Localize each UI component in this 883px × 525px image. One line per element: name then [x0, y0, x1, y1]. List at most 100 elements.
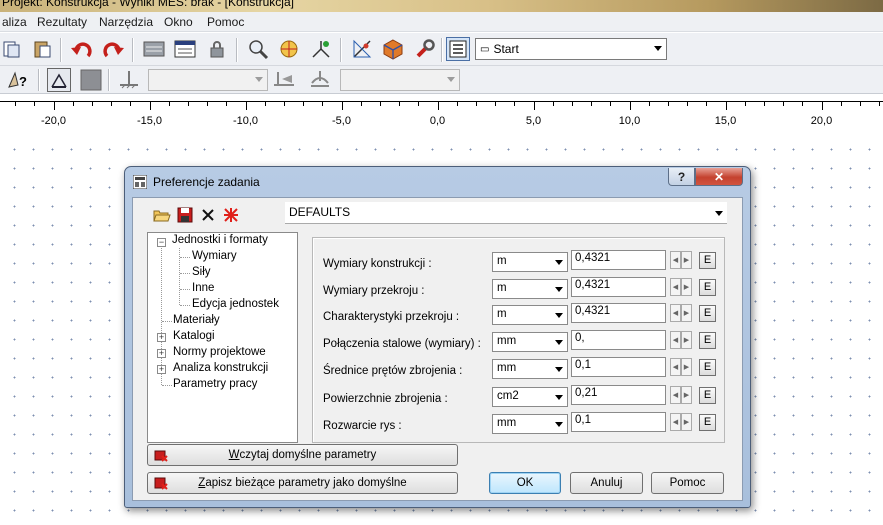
section-icon[interactable] [79, 68, 103, 92]
precision-spinner[interactable]: ◀ ▶ [670, 386, 692, 404]
tree-item-inne[interactable]: Inne [192, 282, 214, 294]
copy-icon[interactable] [0, 37, 24, 61]
tree-expand-icon[interactable]: + [157, 365, 166, 374]
spin-right-icon[interactable]: ▶ [681, 251, 692, 269]
unit-select[interactable]: mm [492, 414, 568, 434]
precision-value[interactable]: 0,21 [571, 385, 666, 405]
layout-combo[interactable]: ▭ Start [475, 38, 667, 60]
redo-icon[interactable] [101, 37, 125, 61]
tools-icon[interactable] [413, 37, 437, 61]
load-case-combo[interactable] [340, 69, 460, 91]
save-defaults-button[interactable]: Zapisz bieżące parametry jako domyślne [147, 472, 458, 494]
ok-button[interactable]: OK [489, 472, 561, 494]
open-folder-icon[interactable] [153, 206, 171, 224]
menu-okno[interactable]: Okno [164, 15, 193, 29]
spin-left-icon[interactable]: ◀ [670, 278, 681, 296]
precision-spinner[interactable]: ◀ ▶ [670, 304, 692, 322]
exponent-button[interactable]: E [699, 359, 716, 376]
spin-right-icon[interactable]: ▶ [681, 358, 692, 376]
section-combo[interactable] [148, 69, 268, 91]
pan-icon[interactable] [277, 37, 301, 61]
cancel-button[interactable]: Anuluj [570, 472, 643, 494]
precision-spinner[interactable]: ◀ ▶ [670, 358, 692, 376]
measure-icon[interactable] [350, 37, 374, 61]
unit-select[interactable]: m [492, 305, 568, 325]
tree-item-edycja[interactable]: Edycja jednostek [192, 298, 279, 310]
spin-right-icon[interactable]: ▶ [681, 331, 692, 349]
table-icon[interactable] [142, 37, 166, 61]
ruler-label: 10,0 [618, 115, 641, 127]
dialog-close-button[interactable]: ✕ [695, 168, 743, 186]
dialog-help-button[interactable]: ? [668, 168, 695, 186]
paste-icon[interactable] [30, 37, 54, 61]
tree-item-normy[interactable]: Normy projektowe [173, 346, 266, 358]
tree-item-jednostki[interactable]: Jednostki i formaty [172, 234, 268, 246]
lock-icon[interactable] [205, 37, 229, 61]
save-icon[interactable] [176, 206, 194, 224]
tree-item-materialy[interactable]: Materiały [173, 314, 220, 326]
layout-icon[interactable] [446, 37, 470, 61]
unit-select[interactable]: mm [492, 359, 568, 379]
menu-pomoc[interactable]: Pomoc [207, 15, 244, 29]
tree-item-sily[interactable]: Siły [192, 266, 211, 278]
undo-icon[interactable] [70, 37, 94, 61]
cube-icon[interactable] [381, 37, 405, 61]
unit-select[interactable]: m [492, 279, 568, 299]
zoom-icon[interactable] [246, 37, 270, 61]
chevron-down-icon [447, 77, 455, 82]
precision-value[interactable]: 0,4321 [571, 303, 666, 323]
spin-right-icon[interactable]: ▶ [681, 413, 692, 431]
tree-collapse-icon[interactable]: − [157, 238, 166, 247]
tree-item-katalogi[interactable]: Katalogi [173, 330, 215, 342]
menu-narzedzia[interactable]: Narzędzia [99, 15, 153, 29]
preset-combo[interactable]: DEFAULTS [285, 202, 727, 224]
menu-analiza[interactable]: aliza [2, 15, 27, 29]
tree-expand-icon[interactable]: + [157, 349, 166, 358]
spin-right-icon[interactable]: ▶ [681, 386, 692, 404]
exponent-button[interactable]: E [699, 414, 716, 431]
spin-left-icon[interactable]: ◀ [670, 331, 681, 349]
precision-spinner[interactable]: ◀ ▶ [670, 251, 692, 269]
reset-icon[interactable] [222, 206, 240, 224]
delete-icon[interactable] [199, 206, 217, 224]
unit-select[interactable]: m [492, 252, 568, 272]
menu-rezultaty[interactable]: Rezultaty [37, 15, 87, 29]
ruler-label: -15,0 [136, 115, 163, 127]
ruler-tick [149, 101, 151, 110]
spin-left-icon[interactable]: ◀ [670, 304, 681, 322]
tree-expand-icon[interactable]: + [157, 333, 166, 342]
unit-select[interactable]: cm2 [492, 387, 568, 407]
precision-value[interactable]: 0,4321 [571, 250, 666, 270]
spin-left-icon[interactable]: ◀ [670, 251, 681, 269]
precision-value[interactable]: 0,1 [571, 412, 666, 432]
spin-left-icon[interactable]: ◀ [670, 413, 681, 431]
precision-value[interactable]: 0,4321 [571, 277, 666, 297]
tree-item-parametry[interactable]: Parametry pracy [173, 378, 257, 390]
help-button[interactable]: Pomoc [651, 472, 724, 494]
precision-value[interactable]: 0,1 [571, 357, 666, 377]
spin-left-icon[interactable]: ◀ [670, 358, 681, 376]
help-pointer-icon[interactable]: ? [6, 68, 30, 92]
snap-icon[interactable] [309, 37, 333, 61]
precision-spinner[interactable]: ◀ ▶ [670, 278, 692, 296]
unit-select[interactable]: mm [492, 332, 568, 352]
exponent-button[interactable]: E [699, 252, 716, 269]
stage-icon[interactable] [272, 68, 296, 92]
tree-item-wymiary[interactable]: Wymiary [192, 250, 237, 262]
load-icon[interactable] [308, 68, 332, 92]
exponent-button[interactable]: E [699, 279, 716, 296]
spin-right-icon[interactable]: ▶ [681, 278, 692, 296]
support-icon[interactable] [117, 68, 141, 92]
spin-left-icon[interactable]: ◀ [670, 386, 681, 404]
spin-right-icon[interactable]: ▶ [681, 304, 692, 322]
window-icon[interactable] [47, 68, 71, 92]
properties-icon[interactable] [173, 37, 197, 61]
tree-item-analiza[interactable]: Analiza konstrukcji [173, 362, 268, 374]
precision-spinner[interactable]: ◀ ▶ [670, 331, 692, 349]
exponent-button[interactable]: E [699, 332, 716, 349]
exponent-button[interactable]: E [699, 387, 716, 404]
precision-value[interactable]: 0, [571, 330, 666, 350]
exponent-button[interactable]: E [699, 305, 716, 322]
load-defaults-button[interactable]: Wczytaj domyślne parametry [147, 444, 458, 466]
precision-spinner[interactable]: ◀ ▶ [670, 413, 692, 431]
